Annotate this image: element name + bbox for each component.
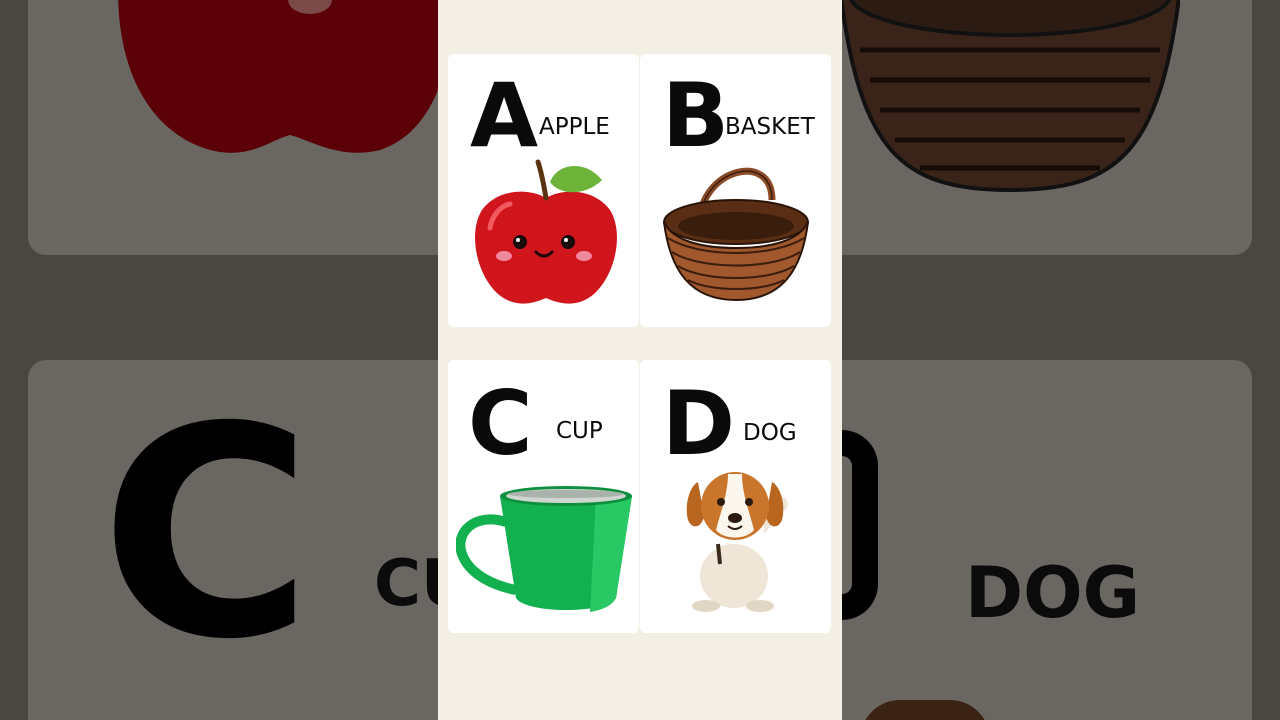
cup-illustration [456, 486, 632, 612]
apple-illustration [475, 159, 617, 304]
card-word: BASKET [725, 114, 815, 140]
card-word: CUP [556, 418, 603, 444]
card-word: APPLE [539, 114, 610, 140]
background-letter-c: C [100, 366, 313, 703]
flashcard-b[interactable]: B BASKET [640, 54, 831, 327]
flashcard-a[interactable]: A APPLE [448, 54, 639, 327]
flashcard-c[interactable]: C CUP [448, 360, 639, 633]
card-letter: D [662, 372, 736, 475]
background-word-dog: DOG [965, 552, 1141, 634]
background-apple-illustration [118, 0, 453, 153]
basket-illustration [663, 167, 809, 302]
card-letter: C [468, 372, 533, 475]
flashcard-d[interactable]: D DOG [640, 360, 831, 633]
flashcard-stage: A APPLE B BASKET C CUP D DOG [438, 0, 842, 720]
card-word: DOG [743, 420, 797, 446]
card-letter: B [662, 64, 730, 167]
dog-illustration [686, 472, 788, 612]
background-basket-illustration [840, 0, 1180, 193]
card-letter: A [470, 64, 539, 167]
background-letter-d-partial [842, 430, 878, 620]
